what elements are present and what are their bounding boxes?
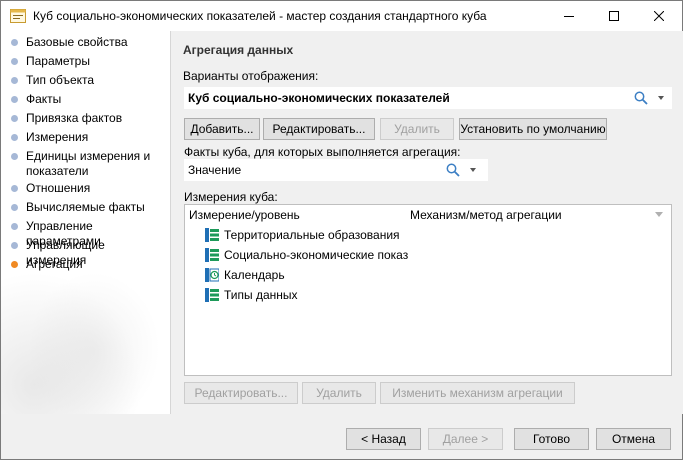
dimension-icon [205,228,219,242]
aggregation-facts-value: Значение [188,163,242,177]
step-label: Вычисляемые факты [26,200,145,214]
dimension-name: Территориальные образования [224,228,400,242]
step-base-properties[interactable]: Базовые свойства [11,35,166,50]
table-row[interactable]: Территориальные образования [205,225,400,245]
wizard-steps-sidebar: Базовые свойства Параметры Тип объекта Ф… [1,31,170,414]
edit-variant-button[interactable]: Редактировать... [263,118,375,140]
step-relations[interactable]: Отношения [11,181,166,196]
step-label: Параметры [26,54,90,68]
delete-variant-button[interactable]: Удалить [380,118,454,140]
step-label: Единицы измерения и показатели [26,149,151,178]
dimension-icon [205,248,219,262]
edit-aggregation-button[interactable]: Редактировать... [184,382,298,404]
step-units-indicators[interactable]: Единицы измерения и показатели [11,149,166,179]
minimize-icon [563,16,574,17]
variants-label: Варианты отображения: [183,69,319,83]
column-header-dimension[interactable]: Измерение/уровень [189,208,300,222]
step-bullet-icon [11,115,18,122]
facts-label: Факты куба, для которых выполняется агре… [184,145,461,159]
step-bullet-icon [11,204,18,211]
step-label: Факты [26,92,62,106]
next-button[interactable]: Далее > [428,428,503,450]
dimension-icon [205,288,219,302]
page-title: Агрегация данных [183,43,294,57]
minimize-button[interactable] [546,1,591,31]
search-icon[interactable] [634,91,648,105]
delete-aggregation-button[interactable]: Удалить [302,382,376,404]
step-label: Привязка фактов [26,111,123,125]
step-bullet-icon [11,242,18,249]
step-bullet-icon [11,39,18,46]
step-label: Тип объекта [26,73,95,87]
table-header: Измерение/уровень Механизм/метод агрегац… [185,205,671,225]
step-label: Агрегация [26,257,83,271]
step-calculated-facts[interactable]: Вычисляемые факты [11,200,166,215]
step-bullet-icon [11,96,18,103]
add-variant-button[interactable]: Добавить... [184,118,260,140]
title-bar: Куб социально-экономических показателей … [1,1,682,31]
wizard-window: Куб социально-экономических показателей … [0,0,683,460]
step-dimensions[interactable]: Измерения [11,130,166,145]
step-object-type[interactable]: Тип объекта [11,73,166,88]
step-aggregation[interactable]: Агрегация [11,257,166,272]
sort-arrow-icon[interactable] [655,212,663,217]
close-button[interactable] [636,1,681,31]
calendar-dimension-icon [205,268,219,282]
step-bullet-icon [11,134,18,141]
step-bullet-icon [11,77,18,84]
chevron-down-icon[interactable] [658,96,664,100]
finish-button[interactable]: Готово [514,428,589,450]
wizard-app-icon [10,9,26,23]
window-title: Куб социально-экономических показателей … [33,9,487,23]
column-header-aggregation[interactable]: Механизм/метод агрегации [410,208,562,222]
change-aggregation-mechanism-button[interactable]: Изменить механизм агрегации [380,382,575,404]
step-parameters[interactable]: Параметры [11,54,166,69]
close-icon [653,11,664,21]
step-facts[interactable]: Факты [11,92,166,107]
back-button[interactable]: < Назад [346,428,421,450]
cancel-button[interactable]: Отмена [596,428,671,450]
step-bullet-icon [11,153,18,160]
dimension-name: Календарь [224,268,285,282]
step-facts-binding[interactable]: Привязка фактов [11,111,166,126]
dimensions-label: Измерения куба: [184,190,278,204]
cube-dimensions-table[interactable]: Измерение/уровень Механизм/метод агрегац… [184,204,672,376]
step-label: Измерения [26,130,89,144]
table-row[interactable]: Типы данных [205,285,298,305]
maximize-icon [608,11,619,21]
display-variant-select[interactable]: Куб социально-экономических показателей [184,87,672,109]
dimension-name: Типы данных [224,288,298,302]
step-label: Базовые свойства [26,35,128,49]
step-label: Отношения [26,181,91,195]
aggregation-facts-select[interactable]: Значение [184,159,488,181]
dimension-name: Социально-экономические показ [224,248,409,262]
step-bullet-icon [11,185,18,192]
table-row[interactable]: Социально-экономические показ [205,245,408,265]
step-active-bullet-icon [11,261,18,268]
set-default-button[interactable]: Установить по умолчанию [459,118,607,140]
table-row[interactable]: Календарь [205,265,285,285]
search-icon[interactable] [446,163,460,177]
display-variant-value: Куб социально-экономических показателей [188,91,450,105]
maximize-button[interactable] [591,1,636,31]
chevron-down-icon[interactable] [470,168,476,172]
step-bullet-icon [11,58,18,65]
step-bullet-icon [11,223,18,230]
